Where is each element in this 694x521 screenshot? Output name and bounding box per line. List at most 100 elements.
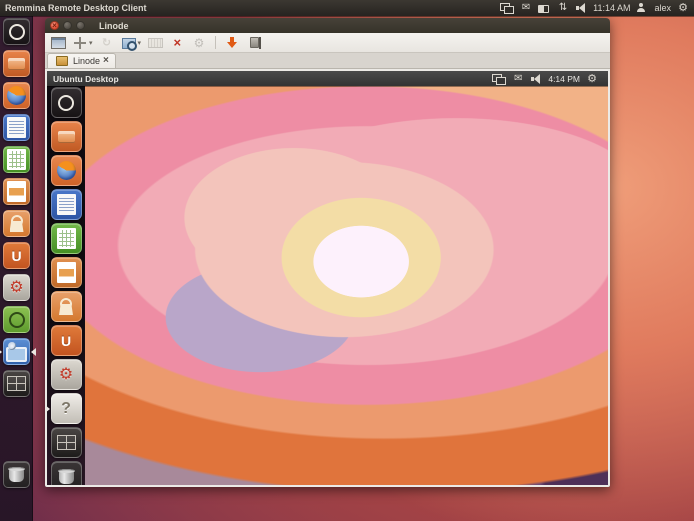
host-app-title: Remmina Remote Desktop Client: [5, 3, 147, 13]
remote-session-gear-icon[interactable]: ⚙: [586, 72, 598, 86]
screen: Remmina Remote Desktop Client ✉⇅ 11:14 A…: [0, 0, 694, 521]
fullscreen-button[interactable]: [49, 34, 67, 52]
host-launcher-trash: [0, 461, 33, 493]
remmina-window: × Linode ▾ ↻ ▾ × ⚙ Linode × Ubuntu Desktop ✉…: [45, 18, 610, 487]
minimize-remote-icon: [224, 35, 240, 51]
host-launcher-items: U⚙: [0, 18, 33, 402]
running-indicator-icon: [47, 405, 54, 413]
keyboard-grab-icon: [147, 35, 163, 51]
preferences-icon: ×: [169, 35, 185, 51]
disconnect-button[interactable]: [245, 34, 263, 52]
tools-icon: ⚙: [191, 35, 207, 51]
dropdown-caret-icon[interactable]: ▾: [89, 39, 93, 47]
launcher-item-lo-impress[interactable]: [51, 257, 82, 288]
system-settings-glyph: ⚙: [59, 367, 73, 383]
fit-window-icon: [72, 35, 88, 51]
network-indicator-icon[interactable]: [492, 72, 506, 86]
launcher-item-software-center[interactable]: [51, 291, 82, 322]
tools-button: ⚙: [190, 34, 208, 52]
launcher-item-system-settings[interactable]: ⚙: [51, 359, 82, 390]
user-indicator-icon[interactable]: [636, 1, 648, 15]
remote-unity-launcher: U ⚙?: [47, 86, 85, 485]
launcher-item-system-settings[interactable]: ⚙: [3, 274, 30, 301]
window-controls: ×: [50, 21, 85, 30]
launcher-item-lo-calc[interactable]: [3, 146, 30, 173]
launcher-item-trash-app[interactable]: [51, 461, 82, 485]
volume-indicator-icon[interactable]: [575, 1, 587, 15]
tab-linode[interactable]: Linode ×: [47, 53, 116, 68]
switch-mode-button: ↻: [98, 34, 116, 52]
fit-window-button[interactable]: ▾: [71, 34, 94, 52]
launcher-item-dash-home[interactable]: [3, 18, 30, 45]
launcher-item-workspace-switcher[interactable]: [3, 370, 30, 397]
toolbar-separator: [215, 36, 216, 49]
system-settings-glyph: ⚙: [9, 280, 23, 296]
dropdown-caret-icon[interactable]: ▾: [138, 39, 142, 47]
remote-indicators: ✉: [492, 72, 542, 86]
preferences-button[interactable]: ×: [168, 34, 186, 52]
launcher-item-ubuntu-one[interactable]: U: [3, 242, 30, 269]
launcher-item-lo-impress[interactable]: [3, 178, 30, 205]
remote-desktop[interactable]: U ⚙?: [47, 86, 608, 485]
tab-icon: [54, 53, 70, 69]
host-indicators: ✉⇅: [500, 1, 587, 15]
remote-session-view[interactable]: Ubuntu Desktop ✉ 4:14 PM ⚙ U ⚙?: [45, 69, 610, 487]
launcher-item-firefox[interactable]: [3, 82, 30, 109]
disconnect-icon: [246, 35, 262, 51]
launcher-item-home-folder[interactable]: [3, 50, 30, 77]
launcher-item-dash-home[interactable]: [51, 87, 82, 118]
launcher-item-remmina-app[interactable]: [3, 338, 30, 365]
remote-launcher-items: U ⚙?: [47, 87, 85, 461]
help-app-glyph: ?: [61, 401, 71, 417]
host-indicator-area: ✉⇅ 11:14 AM alex ⚙: [500, 1, 694, 15]
launcher-item-lo-calc[interactable]: [51, 223, 82, 254]
mail-indicator-icon[interactable]: ✉: [520, 1, 532, 15]
remmina-toolbar: ▾ ↻ ▾ × ⚙: [45, 33, 610, 53]
host-top-panel: Remmina Remote Desktop Client ✉⇅ 11:14 A…: [0, 0, 694, 16]
session-gear-icon[interactable]: ⚙: [677, 1, 689, 15]
launcher-item-firefox[interactable]: [51, 155, 82, 186]
host-clock[interactable]: 11:14 AM: [593, 3, 630, 13]
launcher-item-ubuntu-one[interactable]: U: [51, 325, 82, 356]
launcher-item-trash-app[interactable]: [3, 461, 30, 488]
mail-indicator-icon[interactable]: ✉: [512, 72, 524, 86]
tab-close-icon[interactable]: ×: [103, 56, 109, 66]
window-titlebar[interactable]: × Linode: [45, 18, 610, 33]
remote-screens-icon[interactable]: [500, 1, 514, 15]
ubuntu-one-glyph: U: [61, 334, 71, 348]
minimize-remote-button[interactable]: [223, 34, 241, 52]
battery-indicator-icon[interactable]: [538, 1, 551, 15]
remote-top-panel: Ubuntu Desktop ✉ 4:14 PM ⚙: [47, 71, 608, 86]
launcher-spacer: [0, 402, 33, 461]
launcher-item-software-center[interactable]: [3, 210, 30, 237]
tab-label: Linode: [73, 56, 100, 66]
window-title: Linode: [99, 21, 129, 31]
maximize-button[interactable]: [76, 21, 85, 30]
network-sync-icon[interactable]: ⇅: [557, 1, 569, 15]
zoom-icon: [121, 35, 137, 51]
remote-launcher-trash: [47, 461, 85, 485]
host-username[interactable]: alex: [654, 3, 671, 13]
fullscreen-icon: [50, 35, 66, 51]
focused-indicator-icon: [27, 348, 36, 356]
host-unity-launcher: U⚙: [0, 16, 33, 521]
launcher-item-lo-writer[interactable]: [3, 114, 30, 141]
launcher-item-help-app[interactable]: ?: [51, 393, 82, 424]
tab-bar: Linode ×: [45, 53, 610, 69]
launcher-item-home-folder[interactable]: [51, 121, 82, 152]
remote-menubar-title: Ubuntu Desktop: [53, 74, 119, 84]
ubuntu-one-glyph: U: [11, 249, 21, 263]
switch-mode-icon: ↻: [99, 35, 115, 51]
remote-clock[interactable]: 4:14 PM: [548, 74, 580, 84]
launcher-item-lo-writer[interactable]: [51, 189, 82, 220]
minimize-button[interactable]: [63, 21, 72, 30]
launcher-item-distributor-logo[interactable]: [3, 306, 30, 333]
zoom-button[interactable]: ▾: [120, 34, 143, 52]
remote-wallpaper[interactable]: [47, 86, 608, 485]
launcher-item-workspace-switcher[interactable]: [51, 427, 82, 458]
remote-indicator-area: ✉ 4:14 PM ⚙: [492, 72, 603, 86]
close-button[interactable]: ×: [50, 21, 59, 30]
running-indicator-icon: [0, 348, 6, 356]
volume-indicator-icon[interactable]: [530, 72, 542, 86]
keyboard-grab-button: [146, 34, 164, 52]
